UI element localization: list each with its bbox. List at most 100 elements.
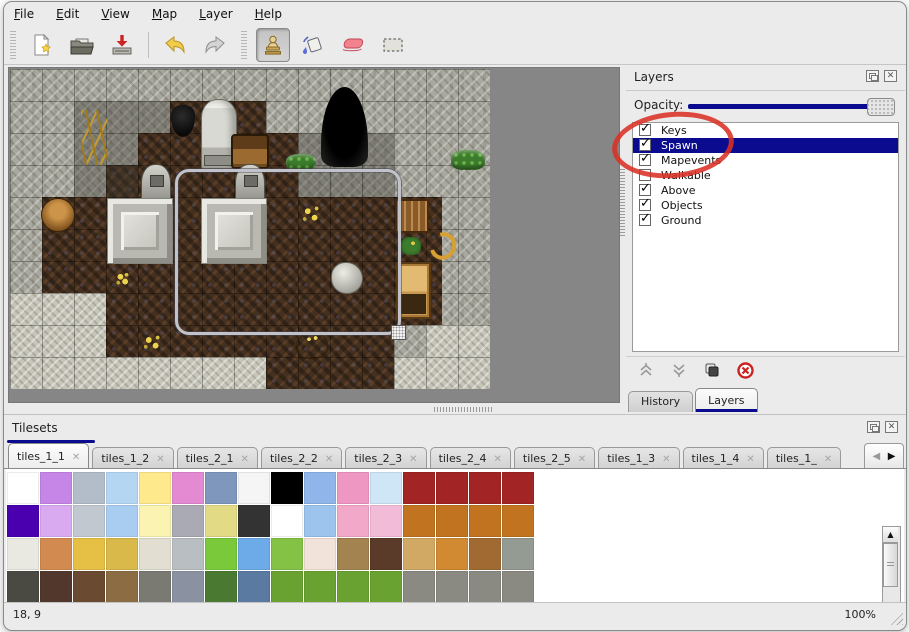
layer-visibility-checkbox[interactable]: ✓ xyxy=(639,124,651,136)
tileset-tab-tiles_2_4[interactable]: tiles_2_4✕ xyxy=(430,447,511,469)
select-button[interactable] xyxy=(376,28,410,62)
map-selection[interactable] xyxy=(175,169,401,335)
tileset-tile[interactable] xyxy=(139,472,171,504)
splitter-grip[interactable] xyxy=(434,407,492,412)
tileset-tab-tiles_1_2[interactable]: tiles_1_2✕ xyxy=(92,447,173,469)
tileset-tile[interactable] xyxy=(7,472,39,504)
opacity-slider[interactable] xyxy=(688,98,895,114)
tileset-tile[interactable] xyxy=(139,505,171,537)
tileset-tile[interactable] xyxy=(436,505,468,537)
tileset-tile[interactable] xyxy=(205,571,237,603)
scroll-tabs-right-icon[interactable]: ▶ xyxy=(888,452,896,462)
layer-visibility-checkbox[interactable]: ✓ xyxy=(639,139,651,151)
splitter-grip[interactable] xyxy=(620,169,625,237)
layer-row-keys[interactable]: ✓Keys xyxy=(633,123,898,138)
layer-row-walkable[interactable]: Walkable xyxy=(633,168,898,183)
tileset-tile[interactable] xyxy=(502,538,534,570)
tileset-tab-tiles_2_3[interactable]: tiles_2_3✕ xyxy=(345,447,426,469)
tileset-tile[interactable] xyxy=(238,472,270,504)
undo-button[interactable] xyxy=(158,28,192,62)
scroll-tabs-left-icon[interactable]: ◀ xyxy=(873,452,881,462)
tileset-tile[interactable] xyxy=(106,472,138,504)
tileset-tile[interactable] xyxy=(7,571,39,603)
tileset-tile[interactable] xyxy=(271,571,303,603)
tileset-tile[interactable] xyxy=(436,538,468,570)
close-tab-icon[interactable]: ✕ xyxy=(662,454,670,465)
toolbar-grip[interactable] xyxy=(10,31,16,59)
tileset-tile[interactable] xyxy=(337,505,369,537)
redo-button[interactable] xyxy=(198,28,232,62)
close-tab-icon[interactable]: ✕ xyxy=(409,454,417,465)
close-tab-icon[interactable]: ✕ xyxy=(824,454,832,465)
tileset-tile[interactable] xyxy=(370,472,402,504)
tileset-tile[interactable] xyxy=(106,571,138,603)
tileset-tile[interactable] xyxy=(238,505,270,537)
close-tab-icon[interactable]: ✕ xyxy=(241,454,249,465)
toolbar-grip[interactable] xyxy=(241,31,247,59)
tileset-scrollbar[interactable]: ▲ ▼ xyxy=(882,526,901,603)
close-tab-icon[interactable]: ✕ xyxy=(578,454,586,465)
tileset-tile[interactable] xyxy=(502,505,534,537)
close-panel-icon[interactable]: ✕ xyxy=(884,70,897,82)
tileset-tile[interactable] xyxy=(238,571,270,603)
map-canvas[interactable] xyxy=(10,69,490,389)
menu-map[interactable]: Map xyxy=(152,7,177,21)
tileset-tab-tiles_1_1[interactable]: tiles_1_1✕ xyxy=(8,443,89,469)
tileset-tile[interactable] xyxy=(238,538,270,570)
layer-row-above[interactable]: ✓Above xyxy=(633,183,898,198)
scroll-up-icon[interactable]: ▲ xyxy=(883,527,898,543)
eraser-button[interactable] xyxy=(336,28,370,62)
tileset-tile[interactable] xyxy=(469,472,501,504)
layer-visibility-checkbox[interactable]: ✓ xyxy=(639,214,651,226)
tileset-tile[interactable] xyxy=(469,571,501,603)
tileset-tab-tiles_2_1[interactable]: tiles_2_1✕ xyxy=(177,447,258,469)
tileset-tab-tiles_2_2[interactable]: tiles_2_2✕ xyxy=(261,447,342,469)
tileset-tile[interactable] xyxy=(337,472,369,504)
tileset-tile[interactable] xyxy=(271,472,303,504)
tileset-tile[interactable] xyxy=(403,571,435,603)
save-button[interactable] xyxy=(105,28,139,62)
layer-visibility-checkbox[interactable]: ✓ xyxy=(639,184,651,196)
tileset-tile[interactable] xyxy=(304,505,336,537)
layer-row-spawn[interactable]: ✓Spawn xyxy=(633,138,898,153)
tileset-tile[interactable] xyxy=(172,538,204,570)
resize-grip[interactable] xyxy=(889,611,903,625)
raise-layer-button[interactable] xyxy=(636,360,656,380)
tileset-tile[interactable] xyxy=(205,472,237,504)
tileset-tile[interactable] xyxy=(271,538,303,570)
close-tab-icon[interactable]: ✕ xyxy=(325,454,333,465)
tileset-tab-tiles_2_5[interactable]: tiles_2_5✕ xyxy=(514,447,595,469)
close-tab-icon[interactable]: ✕ xyxy=(156,454,164,465)
tileset-tile[interactable] xyxy=(139,538,171,570)
tileset-tile[interactable] xyxy=(337,571,369,603)
tileset-tile[interactable] xyxy=(40,571,72,603)
tileset-tile[interactable] xyxy=(7,538,39,570)
tileset-tile[interactable] xyxy=(73,538,105,570)
layer-visibility-checkbox[interactable]: ✓ xyxy=(639,154,651,166)
close-tab-icon[interactable]: ✕ xyxy=(493,454,501,465)
tileset-tile[interactable] xyxy=(502,472,534,504)
selection-resize-handle[interactable] xyxy=(391,325,406,340)
tileset-tab-tiles_1_3[interactable]: tiles_1_3✕ xyxy=(598,447,679,469)
delete-layer-button[interactable] xyxy=(735,360,755,380)
opacity-slider-handle[interactable] xyxy=(867,98,895,116)
tileset-tile[interactable] xyxy=(7,505,39,537)
tileset-tile[interactable] xyxy=(172,472,204,504)
close-panel-icon[interactable]: ✕ xyxy=(885,421,898,433)
tileset-tile[interactable] xyxy=(469,538,501,570)
menu-edit[interactable]: Edit xyxy=(56,7,79,21)
tileset-tile[interactable] xyxy=(304,571,336,603)
menu-file[interactable]: File xyxy=(14,7,34,21)
tileset-tile[interactable] xyxy=(205,538,237,570)
opacity-slider-track[interactable] xyxy=(688,104,895,109)
horizontal-splitter[interactable] xyxy=(4,405,906,414)
tileset-tile[interactable] xyxy=(370,505,402,537)
tileset-tile[interactable] xyxy=(403,505,435,537)
tileset-tile[interactable] xyxy=(436,571,468,603)
layer-visibility-checkbox[interactable] xyxy=(639,169,651,181)
tileset-tile[interactable] xyxy=(40,472,72,504)
tileset-tile[interactable] xyxy=(205,505,237,537)
layer-row-objects[interactable]: ✓Objects xyxy=(633,198,898,213)
open-button[interactable] xyxy=(65,28,99,62)
tileset-tile[interactable] xyxy=(172,505,204,537)
